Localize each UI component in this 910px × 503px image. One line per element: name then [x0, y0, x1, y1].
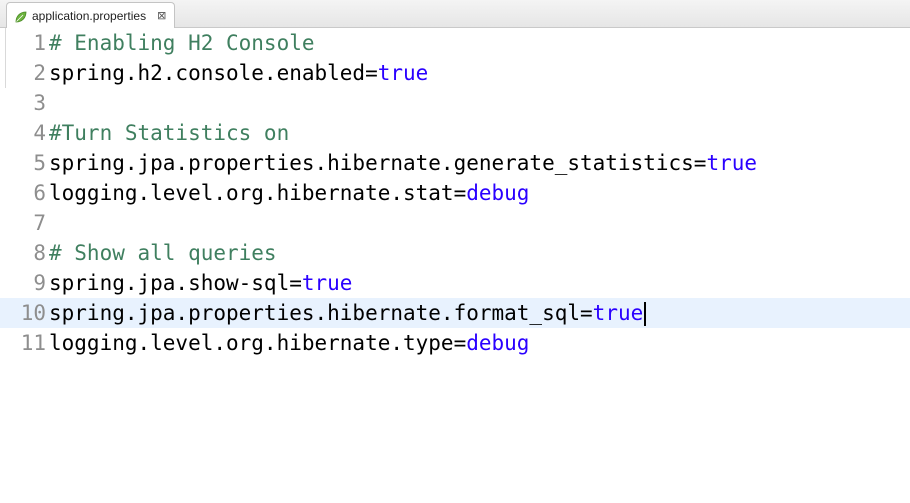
code-line-3: 3	[0, 88, 910, 118]
equals-sign: =	[289, 271, 302, 295]
code-line-7: 7	[0, 208, 910, 238]
editor-window: application.properties ⊠ 1 # Enabling H2 …	[0, 0, 910, 503]
close-icon[interactable]: ⊠	[157, 10, 166, 21]
code-line-1: 1 # Enabling H2 Console	[0, 28, 910, 58]
equals-sign: =	[365, 61, 378, 85]
line-number: 9	[33, 271, 46, 295]
property-value: debug	[466, 181, 530, 205]
comment-text: #Turn Statistics on	[49, 121, 290, 145]
line-number: 8	[33, 241, 46, 265]
line-number: 4	[33, 121, 46, 145]
comment-text: # Enabling H2 Console	[49, 31, 315, 55]
tab-label: application.properties	[32, 8, 147, 23]
tab-application-properties[interactable]: application.properties ⊠	[6, 2, 176, 28]
property-key: logging.level.org.hibernate.stat	[49, 181, 454, 205]
text-caret	[644, 301, 646, 326]
line-number: 5	[33, 151, 46, 175]
editor-tab-bar: application.properties ⊠	[0, 0, 910, 28]
property-key: spring.jpa.show-sql	[49, 271, 290, 295]
line-number: 1	[33, 31, 46, 55]
property-key: spring.jpa.properties.hibernate.generate…	[49, 151, 694, 175]
property-value: true	[706, 151, 758, 175]
code-line-6: 6 logging.level.org.hibernate.stat=debug	[0, 178, 910, 208]
code-line-5: 5 spring.jpa.properties.hibernate.generat…	[0, 148, 910, 178]
line-number: 2	[33, 61, 46, 85]
property-value: true	[377, 61, 429, 85]
property-value: debug	[466, 331, 530, 355]
code-editor[interactable]: 1 # Enabling H2 Console 2 spring.h2.consol…	[0, 28, 910, 503]
equals-sign: =	[580, 300, 593, 325]
property-value: true	[592, 300, 644, 325]
property-key: spring.h2.console.enabled	[49, 61, 366, 85]
code-line-10: 10 spring.jpa.properties.hibernate.format…	[0, 298, 910, 328]
code-line-8: 8 # Show all queries	[0, 238, 910, 268]
equals-sign: =	[693, 151, 707, 175]
code-line-4: 4 #Turn Statistics on	[0, 118, 910, 148]
property-key: spring.jpa.properties.hibernate.format_s…	[49, 300, 581, 325]
leaf-icon	[15, 10, 27, 22]
comment-text: # Show all queries	[49, 241, 277, 265]
equals-sign: =	[453, 331, 467, 355]
line-number: 3	[33, 91, 46, 115]
equals-sign: =	[453, 181, 467, 205]
line-number: 11	[20, 331, 46, 355]
code-line-9: 9 spring.jpa.show-sql=true	[0, 268, 910, 298]
line-number: 7	[33, 211, 46, 235]
property-value: true	[301, 271, 353, 295]
code-line-11: 11 logging.level.org.hibernate.type=debug	[0, 328, 910, 358]
property-key: logging.level.org.hibernate.type	[49, 331, 454, 355]
line-number: 6	[33, 181, 46, 205]
line-number: 10	[20, 301, 46, 325]
code-line-2: 2 spring.h2.console.enabled=true	[0, 58, 910, 88]
